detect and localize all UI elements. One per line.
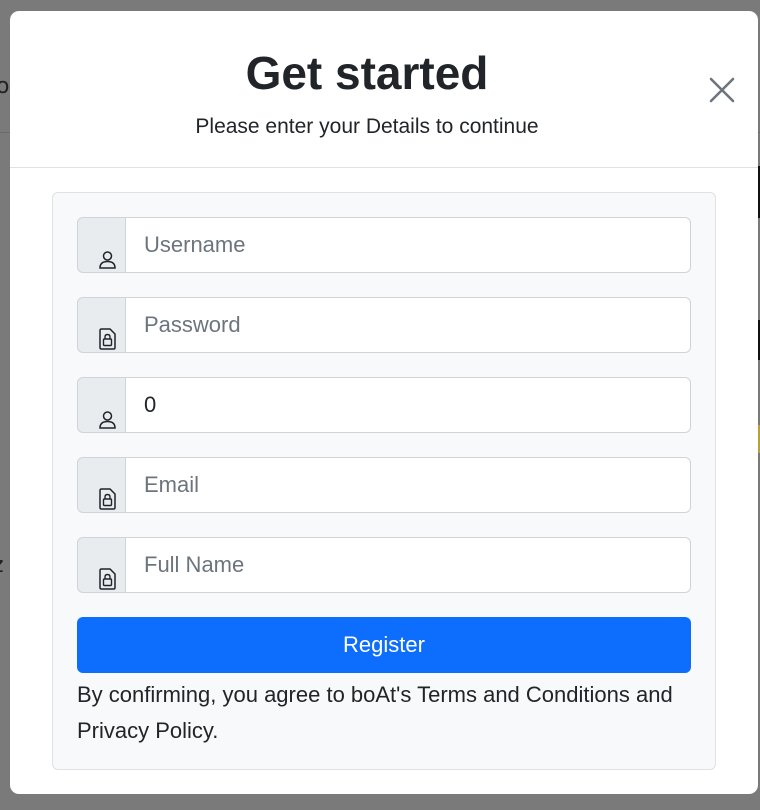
close-icon — [709, 77, 735, 103]
modal-header: Get started Please enter your Details to… — [10, 11, 758, 168]
email-input[interactable] — [125, 457, 691, 513]
person-icon — [99, 251, 116, 269]
full-name-input[interactable] — [125, 537, 691, 593]
number-addon — [77, 377, 127, 433]
register-button[interactable]: Register — [77, 617, 691, 673]
background-text: l — [0, 730, 2, 765]
password-input[interactable] — [125, 297, 691, 353]
lock-file-icon — [99, 488, 116, 510]
lock-file-icon — [99, 568, 116, 590]
number-input[interactable] — [125, 377, 691, 433]
username-field-group — [77, 217, 691, 273]
email-addon — [77, 457, 127, 513]
password-field-group — [77, 297, 691, 353]
modal-subtitle: Please enter your Details to continue — [195, 115, 539, 138]
modal-title: Get started — [245, 47, 489, 99]
background-text: l — [0, 395, 2, 430]
number-field-group — [77, 377, 691, 433]
register-form: Register By confirming, you agree to boA… — [52, 192, 716, 770]
background-text: z — [0, 553, 4, 578]
username-addon — [77, 217, 127, 273]
username-input[interactable] — [125, 217, 691, 273]
lock-file-icon — [99, 328, 116, 350]
background-text: o — [0, 74, 10, 99]
full-name-addon — [77, 537, 127, 593]
email-field-group — [77, 457, 691, 513]
terms-text: By confirming, you agree to boAt's Terms… — [77, 682, 673, 743]
close-button[interactable] — [706, 74, 738, 106]
register-modal: Get started Please enter your Details to… — [10, 11, 758, 794]
password-addon — [77, 297, 127, 353]
person-icon — [99, 411, 116, 429]
full-name-field-group — [77, 537, 691, 593]
